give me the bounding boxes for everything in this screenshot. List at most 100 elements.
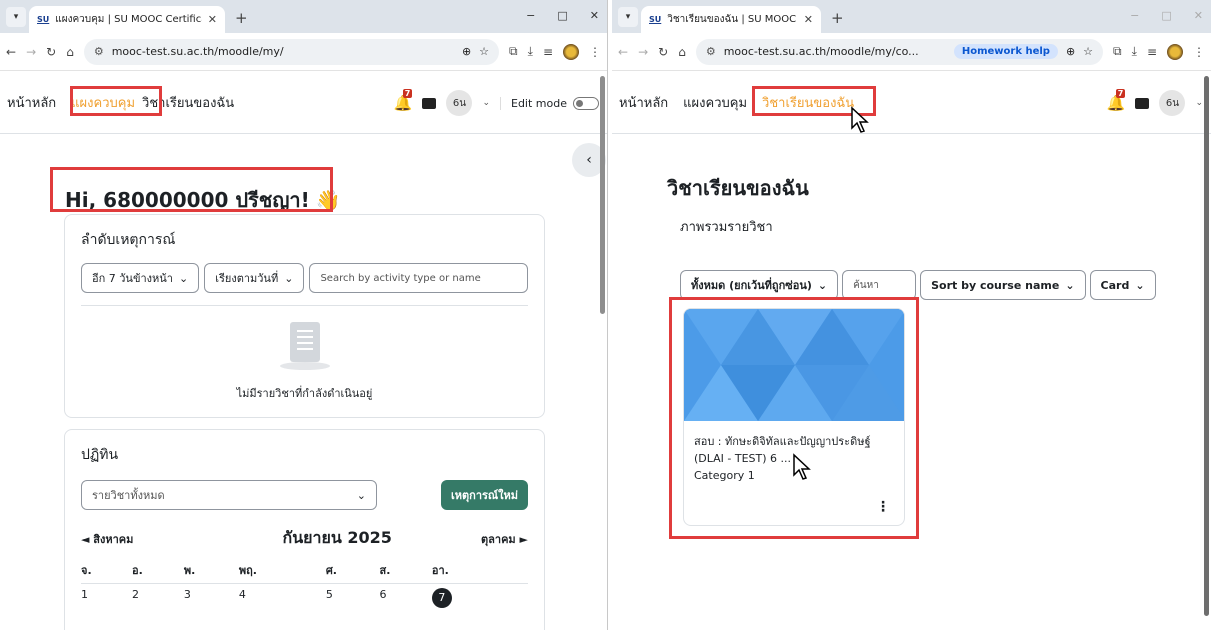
course-search-input[interactable]: ค้นหา (842, 270, 917, 300)
user-menu-chevron-icon[interactable]: ⌄ (482, 98, 490, 108)
user-avatar[interactable]: 6น (1159, 90, 1186, 116)
bookmark-star-icon[interactable]: ☆ (479, 45, 489, 58)
new-tab-button[interactable]: + (235, 9, 248, 27)
empty-list-icon (289, 322, 320, 362)
view-select[interactable]: Card ⌄ (1089, 270, 1156, 300)
extensions-icon[interactable]: ⧉ (509, 44, 518, 59)
chevron-down-icon: ⌄ (1065, 278, 1075, 292)
reload-icon[interactable]: ↻ (46, 45, 56, 59)
forward-icon[interactable]: → (26, 45, 36, 59)
course-card[interactable]: สอบ : ทักษะดิจิทัลและปัญญาประดิษฐ์ (DLAI… (683, 308, 905, 526)
weekday-header: พ. (183, 557, 239, 584)
nav-dashboard[interactable]: แผงควบคุม (683, 92, 747, 113)
calendar-today[interactable]: 7 (431, 588, 452, 608)
site-info-icon[interactable]: ⚙ (706, 45, 716, 58)
tab-search-button[interactable]: ▾ (6, 7, 26, 27)
download-icon[interactable]: ⤓ (1132, 44, 1137, 59)
new-event-button[interactable]: เหตุการณ์ใหม่ (441, 480, 528, 510)
notification-bell-icon[interactable]: 🔔 7 (1107, 89, 1125, 112)
home-icon[interactable]: ⌂ (66, 45, 74, 59)
sort-select[interactable]: Sort by course name ⌄ (920, 270, 1086, 300)
forward-icon[interactable]: → (638, 45, 648, 59)
course-image[interactable] (684, 309, 904, 421)
messages-icon[interactable] (422, 97, 437, 109)
course-menu-kebab-icon[interactable]: ⋮ (876, 499, 890, 515)
user-avatar[interactable]: 6น (446, 90, 473, 116)
reading-list-icon[interactable]: ≡ (1147, 45, 1157, 59)
calendar-day[interactable]: 5 (326, 584, 380, 618)
grouping-select[interactable]: ทั้งหมด (ยกเว้นที่ถูกซ่อน) ⌄ (680, 270, 839, 300)
window-controls: − □ ✕ (1130, 9, 1203, 22)
bookmark-star-icon[interactable]: ☆ (1083, 45, 1093, 58)
timeline-search-input[interactable]: Search by activity type or name (309, 263, 528, 293)
notification-bell-icon[interactable]: 🔔 7 (394, 89, 412, 112)
close-window-button[interactable]: ✕ (590, 9, 599, 22)
download-icon[interactable]: ⤓ (528, 44, 533, 59)
nav-my-courses[interactable]: วิชาเรียนของฉัน (142, 92, 234, 113)
menu-kebab-icon[interactable]: ⋮ (1193, 45, 1205, 59)
course-filter-label: รายวิชาทั้งหมด (92, 489, 165, 502)
homework-help-button[interactable]: Homework help (953, 44, 1058, 59)
scrollbar[interactable] (1204, 76, 1209, 616)
nav-dashboard[interactable]: แผงควบคุม (71, 92, 135, 113)
home-icon[interactable]: ⌂ (678, 45, 686, 59)
tab-search-button[interactable]: ▾ (618, 7, 638, 27)
zoom-icon[interactable]: ⊕ (1066, 45, 1075, 58)
calendar-day[interactable]: 4 (239, 584, 326, 618)
calendar-day-cell-today[interactable]: 7 (431, 584, 528, 618)
window-controls: − □ ✕ (526, 9, 599, 22)
waving-hand-icon: 👋 (315, 188, 341, 212)
calendar-day[interactable]: 6 (379, 584, 431, 618)
maximize-button[interactable]: □ (1161, 9, 1171, 22)
nav-my-courses[interactable]: วิชาเรียนของฉัน (762, 92, 854, 113)
site-info-icon[interactable]: ⚙ (94, 45, 104, 58)
tab-close-icon[interactable]: ✕ (208, 13, 217, 26)
calendar-day[interactable]: 3 (184, 584, 239, 618)
greeting-heading: Hi, 680000000 ปรีชญา! 👋 (65, 184, 341, 216)
edit-mode-toggle[interactable]: Edit mode (500, 96, 599, 110)
chevron-down-icon: ⌄ (1135, 278, 1145, 292)
tab-close-icon[interactable]: ✕ (804, 13, 813, 26)
close-window-button[interactable]: ✕ (1194, 9, 1203, 22)
edit-mode-label: Edit mode (511, 96, 567, 110)
extensions-icon[interactable]: ⧉ (1113, 44, 1122, 59)
url-field[interactable]: ⚙ mooc-test.su.ac.th/moodle/my/co... Hom… (695, 38, 1104, 65)
menu-kebab-icon[interactable]: ⋮ (589, 45, 601, 59)
next-month-label: ตุลาคม (481, 532, 516, 546)
chevron-down-icon: ⌄ (284, 271, 294, 285)
minimize-button[interactable]: − (1130, 9, 1139, 22)
calendar-day[interactable]: 1 (81, 584, 132, 618)
toggle-switch-icon[interactable] (573, 96, 599, 110)
browser-tab[interactable]: SU วิชาเรียนของฉัน | SU MOOC Certi ✕ (641, 6, 821, 33)
new-tab-button[interactable]: + (831, 9, 844, 27)
course-filters: ทั้งหมด (ยกเว้นที่ถูกซ่อน) ⌄ ค้นหา Sort b… (680, 270, 1156, 300)
profile-extension-icon[interactable] (1167, 43, 1183, 60)
next-month-link[interactable]: ตุลาคม ► (481, 530, 528, 548)
prev-month-link[interactable]: ◄ สิงหาคม (81, 530, 133, 548)
nav-home[interactable]: หน้าหลัก (619, 92, 668, 113)
weekday-header: จ. (81, 557, 133, 584)
back-icon[interactable]: ← (6, 45, 16, 59)
zoom-icon[interactable]: ⊕ (462, 45, 471, 58)
left-browser-window: ▾ SU แผงควบคุม | SU MOOC Certificat ✕ + … (0, 0, 608, 630)
messages-icon[interactable] (1135, 97, 1150, 109)
maximize-button[interactable]: □ (557, 9, 567, 22)
course-pattern-image (684, 309, 904, 421)
url-field[interactable]: ⚙ mooc-test.su.ac.th/moodle/my/ ⊕ ☆ (83, 38, 500, 65)
reading-list-icon[interactable]: ≡ (543, 45, 553, 59)
url-text: mooc-test.su.ac.th/moodle/my/ (111, 45, 284, 58)
nav-home[interactable]: หน้าหลัก (7, 92, 56, 113)
back-icon[interactable]: ← (618, 45, 628, 59)
timeline-range-select[interactable]: อีก 7 วันข้างหน้า ⌄ (81, 263, 200, 293)
reload-icon[interactable]: ↻ (658, 45, 668, 59)
browser-tab[interactable]: SU แผงควบคุม | SU MOOC Certificat ✕ (29, 6, 225, 33)
weekday-header: ส. (379, 557, 432, 584)
calendar-course-select[interactable]: รายวิชาทั้งหมด ⌄ (81, 480, 377, 510)
calendar-day[interactable]: 2 (132, 584, 184, 618)
weekday-header: ศ. (325, 557, 380, 584)
profile-extension-icon[interactable] (563, 43, 579, 60)
timeline-sort-select[interactable]: เรียงตามวันที่ ⌄ (204, 263, 305, 293)
user-menu-chevron-icon[interactable]: ⌄ (1195, 98, 1203, 108)
minimize-button[interactable]: − (526, 9, 535, 22)
scrollbar[interactable] (600, 76, 605, 314)
